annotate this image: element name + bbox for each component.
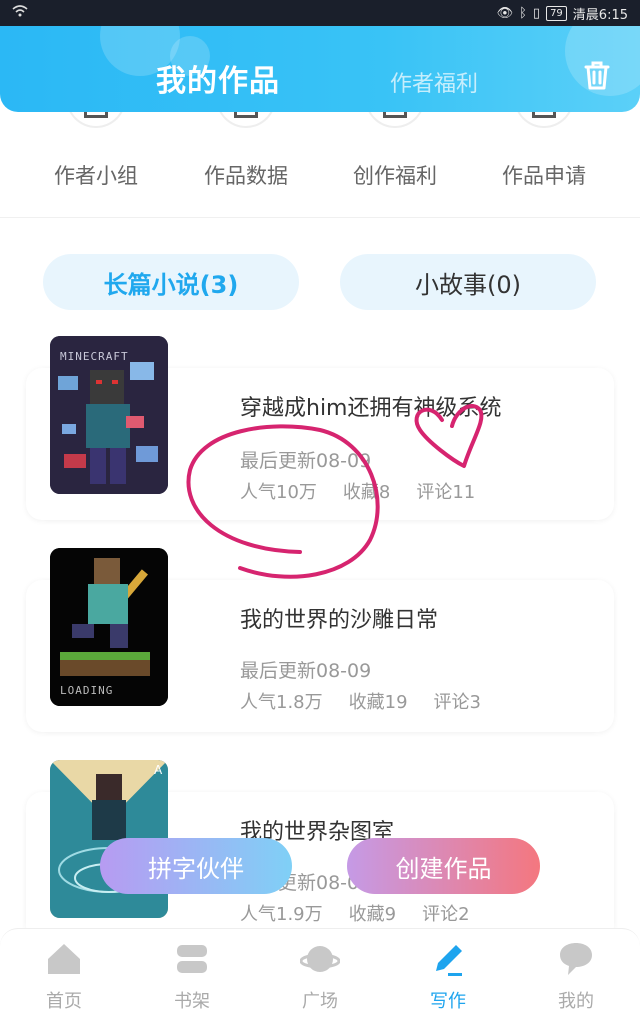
nav-label: 广场 bbox=[302, 991, 338, 1012]
work-stats: 人气1.9万 收藏9 评论2 bbox=[240, 900, 470, 926]
quick-menu: 作者小组 作品数据 创作福利 作品申请 bbox=[0, 82, 640, 218]
work-last-update: 最后更新08-09 bbox=[240, 450, 372, 472]
tab-author-benefits[interactable]: 作者福利 bbox=[390, 66, 478, 98]
nav-label: 首页 bbox=[46, 991, 82, 1012]
nav-plaza[interactable]: 广场 bbox=[256, 939, 384, 1013]
clock: 清晨6:15 bbox=[572, 7, 628, 23]
favorites-count: 收藏9 bbox=[348, 904, 397, 925]
comments-count: 评论3 bbox=[433, 692, 481, 713]
pen-icon bbox=[436, 945, 462, 976]
status-bar: 👁 ᛒ ▯ 79 清晨6:15 bbox=[0, 0, 640, 26]
word-partner-button[interactable]: 拼字伙伴 bbox=[100, 838, 292, 894]
work-stats: 人气1.8万 收藏19 评论3 bbox=[240, 688, 481, 714]
popularity-count: 人气10万 bbox=[240, 482, 317, 503]
work-cover[interactable]: LOADING bbox=[50, 548, 168, 706]
page-title: 我的作品 bbox=[156, 64, 280, 99]
quick-item-label: 创作福利 bbox=[353, 164, 437, 188]
create-work-button[interactable]: 创建作品 bbox=[347, 838, 540, 894]
favorites-count: 收藏8 bbox=[342, 482, 391, 503]
work-title: 穿越成him还拥有神级系统 bbox=[240, 396, 502, 421]
battery-indicator: 79 bbox=[546, 5, 567, 21]
quick-item-label: 作者小组 bbox=[54, 164, 138, 188]
eye-icon: 👁 bbox=[496, 5, 514, 21]
nav-profile[interactable]: 我的 bbox=[512, 939, 640, 1013]
trash-icon bbox=[584, 61, 610, 90]
nav-bookshelf[interactable]: 书架 bbox=[128, 939, 256, 1013]
nav-label: 书架 bbox=[174, 991, 210, 1012]
tab-novels[interactable]: 长篇小说(3) bbox=[43, 254, 299, 310]
nav-label: 我的 bbox=[558, 991, 594, 1012]
bluetooth-icon: ᛒ bbox=[519, 5, 527, 21]
comments-count: 评论2 bbox=[422, 904, 470, 925]
cover-text: A bbox=[154, 763, 163, 777]
quick-item-label: 作品数据 bbox=[204, 164, 288, 188]
nav-home[interactable]: 首页 bbox=[0, 939, 128, 1013]
work-last-update: 最后更新08-09 bbox=[240, 660, 372, 682]
quick-item-label: 作品申请 bbox=[502, 164, 586, 188]
home-icon bbox=[48, 944, 80, 974]
vibrate-icon: ▯ bbox=[532, 5, 541, 21]
popularity-count: 人气1.8万 bbox=[240, 692, 323, 713]
popularity-count: 人气1.9万 bbox=[240, 904, 323, 925]
wifi-icon bbox=[12, 5, 28, 21]
work-stats: 人气10万 收藏8 评论11 bbox=[240, 478, 475, 504]
header-bar: 我的作品 作者福利 bbox=[0, 26, 640, 112]
cover-text: MINECRAFT bbox=[60, 350, 129, 363]
work-cover[interactable]: MINECRAFT bbox=[50, 336, 168, 494]
bookshelf-icon bbox=[177, 945, 207, 973]
nav-label: 写作 bbox=[430, 991, 466, 1012]
delete-button[interactable] bbox=[580, 58, 614, 92]
chat-icon bbox=[560, 943, 592, 975]
bottom-navigation: 首页 书架 广场 写作 我的 bbox=[0, 928, 640, 1024]
favorites-count: 收藏19 bbox=[348, 692, 408, 713]
tab-short-stories[interactable]: 小故事(0) bbox=[340, 254, 596, 310]
planet-icon bbox=[300, 946, 340, 972]
nav-write[interactable]: 写作 bbox=[384, 939, 512, 1013]
comments-count: 评论11 bbox=[416, 482, 476, 503]
cover-text: LOADING bbox=[60, 684, 113, 697]
work-title: 我的世界的沙雕日常 bbox=[240, 608, 439, 633]
